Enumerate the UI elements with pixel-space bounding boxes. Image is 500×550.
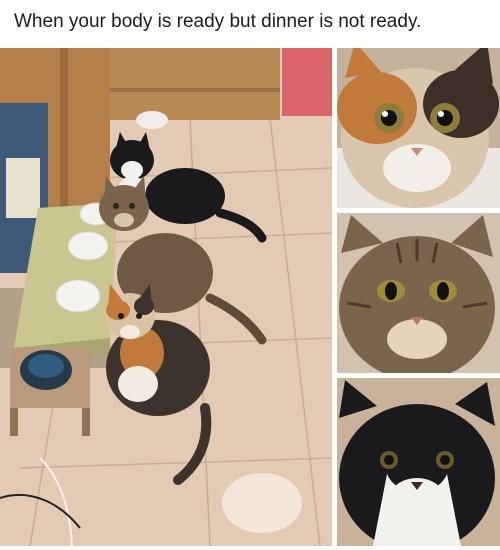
closeup-calico-photo: [337, 48, 500, 208]
meme-caption: When your body is ready but dinner is no…: [14, 11, 422, 32]
wood-cabinet: [110, 48, 280, 120]
closeup-tabby-photo: [337, 213, 500, 373]
closeup-tuxedo-photo: [337, 378, 500, 546]
pink-bin: [282, 48, 332, 116]
main-photo: [0, 48, 332, 546]
